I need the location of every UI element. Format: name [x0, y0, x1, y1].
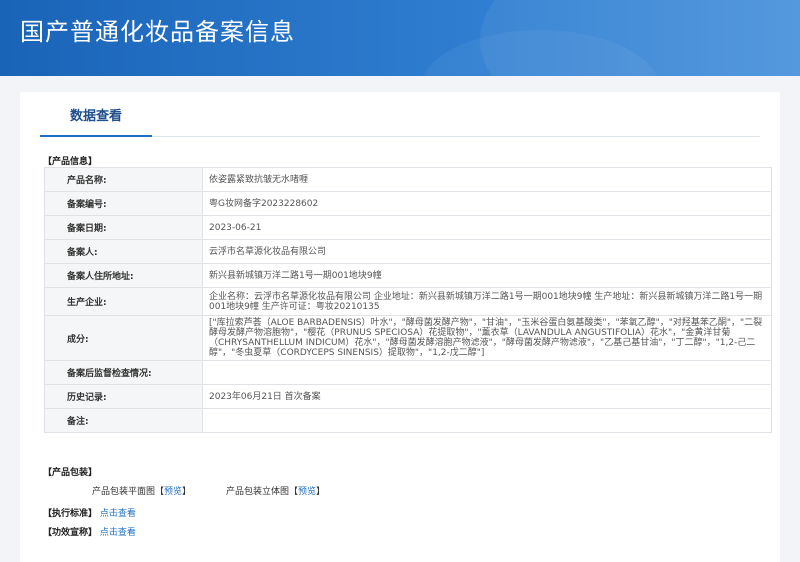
efficacy-label: 【功效宣称】	[43, 528, 98, 538]
row-label: 生产企业:	[44, 287, 203, 316]
table-row: 成分: ["库拉索芦荟（ALOE BARBADENSIS）叶水"，"酵母菌发酵产…	[44, 315, 772, 361]
bracket-close: 】	[182, 487, 192, 497]
bracket-open: 【	[289, 487, 299, 497]
product-info-section-title: 【产品信息】	[43, 157, 98, 167]
tab-data-view[interactable]: 数据查看	[40, 106, 152, 137]
bracket-open: 【	[155, 487, 165, 497]
row-label: 备案人住所地址:	[44, 263, 203, 288]
row-label: 历史记录:	[44, 384, 203, 409]
row-label: 备案人:	[44, 239, 203, 264]
table-row: 生产企业: 企业名称：云浮市名草源化妆品有限公司 企业地址：新兴县新城镇万洋二路…	[44, 287, 772, 316]
content-card: 数据查看 【产品信息】 产品名称: 依姿露紧致抗皱无水啫喱 备案编号: 粤G妆网…	[20, 92, 780, 562]
package-flat-row: 产品包装平面图【预览】	[92, 484, 191, 497]
row-label: 备案日期:	[44, 215, 203, 240]
page-title: 国产普通化妆品备案信息	[20, 18, 295, 46]
table-row: 产品名称: 依姿露紧致抗皱无水啫喱	[44, 167, 772, 192]
package-flat-preview-link[interactable]: 预览	[164, 487, 182, 497]
package-solid-preview-link[interactable]: 预览	[298, 487, 316, 497]
row-label: 备案后监督检查情况:	[44, 360, 203, 385]
efficacy-view-link[interactable]: 点击查看	[100, 528, 136, 538]
package-flat-label: 产品包装平面图	[92, 487, 156, 497]
row-label: 备注:	[44, 408, 203, 433]
history-value: 2023年06月21日 首次备案	[202, 384, 772, 409]
registration-date-value: 2023-06-21	[202, 215, 772, 240]
tab-bar: 数据查看	[40, 106, 760, 137]
table-row: 备案编号: 粤G妆网备字2023228602	[44, 191, 772, 216]
packaging-section-title: 【产品包装】	[43, 468, 98, 478]
product-name-value: 依姿露紧致抗皱无水啫喱	[202, 167, 772, 192]
registration-number-value: 粤G妆网备字2023228602	[202, 191, 772, 216]
efficacy-row: 【功效宣称】 点击查看	[43, 525, 136, 538]
row-label: 成分:	[44, 315, 203, 361]
manufacturer-value: 企业名称：云浮市名草源化妆品有限公司 企业地址：新兴县新城镇万洋二路1号一期00…	[202, 287, 772, 316]
standards-label: 【执行标准】	[43, 509, 98, 519]
remarks-value	[202, 408, 772, 433]
table-row: 备案日期: 2023-06-21	[44, 215, 772, 240]
standards-view-link[interactable]: 点击查看	[100, 509, 136, 519]
standards-row: 【执行标准】 点击查看	[43, 506, 136, 519]
row-label: 备案编号:	[44, 191, 203, 216]
page-header: 国产普通化妆品备案信息	[0, 0, 800, 76]
registrant-value: 云浮市名草源化妆品有限公司	[202, 239, 772, 264]
bracket-close: 】	[316, 487, 326, 497]
table-row: 备案后监督检查情况:	[44, 360, 772, 385]
row-label: 产品名称:	[44, 167, 203, 192]
supervision-value	[202, 360, 772, 385]
package-solid-label: 产品包装立体图	[226, 487, 290, 497]
table-row: 备注:	[44, 408, 772, 433]
table-row: 备案人: 云浮市名草源化妆品有限公司	[44, 239, 772, 264]
registrant-address-value: 新兴县新城镇万洋二路1号一期001地块9幢	[202, 263, 772, 288]
package-solid-row: 产品包装立体图【预览】	[226, 484, 325, 497]
ingredients-value: ["库拉索芦荟（ALOE BARBADENSIS）叶水"，"酵母菌发酵产物"，"…	[202, 315, 772, 361]
table-row: 备案人住所地址: 新兴县新城镇万洋二路1号一期001地块9幢	[44, 263, 772, 288]
table-row: 历史记录: 2023年06月21日 首次备案	[44, 384, 772, 409]
product-info-table: 产品名称: 依姿露紧致抗皱无水啫喱 备案编号: 粤G妆网备字2023228602…	[44, 167, 772, 433]
